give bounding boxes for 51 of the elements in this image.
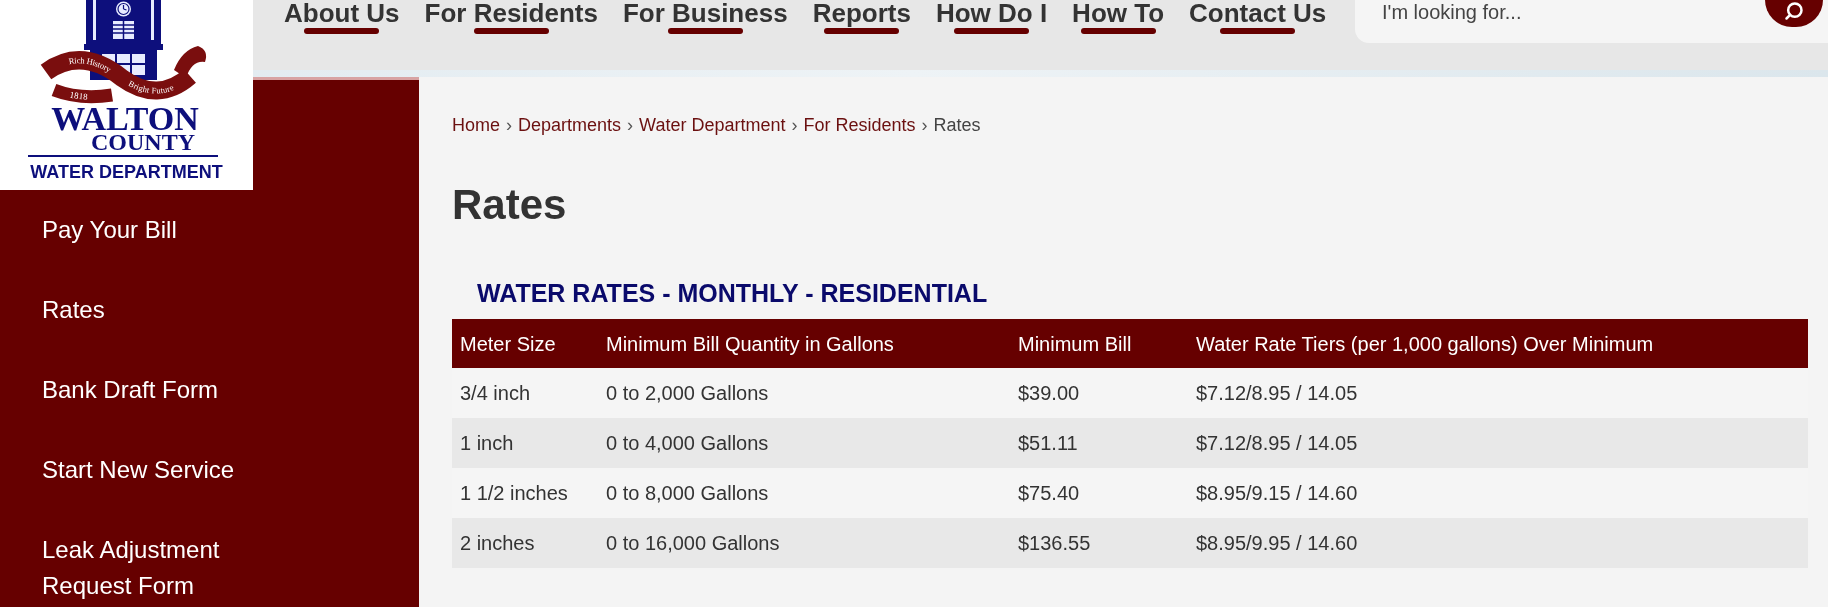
table-cell: 1 inch [452, 418, 598, 468]
table-cell: 0 to 16,000 Gallons [598, 518, 1010, 568]
nav-link[interactable]: How Do I [935, 0, 1048, 34]
breadcrumb-link[interactable]: Departments [518, 115, 622, 135]
table-cell: $51.11 [1010, 418, 1188, 468]
breadcrumb-separator: › [506, 115, 512, 135]
breadcrumb-link[interactable]: Home [452, 115, 500, 135]
logo-name: WALTON [51, 105, 199, 132]
nav-link[interactable]: How To [1072, 0, 1165, 34]
sidebar-link[interactable]: Bank Draft Form [42, 372, 219, 408]
section-heading: WATER RATES - MONTHLY - RESIDENTIAL [477, 278, 988, 308]
search-field[interactable]: I'm looking for... [1355, 0, 1762, 43]
sidebar-link[interactable]: Start New Service [42, 452, 235, 488]
page-title: Rates [452, 181, 567, 229]
search-icon [1784, 1, 1804, 21]
table-cell: $39.00 [1010, 368, 1188, 418]
logo-subtitle: WATER DEPARTMENT [30, 161, 223, 183]
nav-link[interactable]: For Residents [424, 0, 598, 34]
sidebar-link[interactable]: Leak Adjustment Request Form [42, 532, 302, 604]
nav-link[interactable]: For Business [622, 0, 788, 34]
table-cell: $8.95/9.15 / 14.60 [1188, 468, 1808, 518]
breadcrumb-separator: › [627, 115, 634, 135]
nav-link[interactable]: Contact Us [1189, 0, 1327, 34]
breadcrumb-separator: › [921, 115, 928, 135]
ribbon-text: Bright Future [126, 78, 175, 96]
nav-link[interactable]: About Us [284, 0, 400, 34]
table-cell: $7.12/8.95 / 14.05 [1188, 418, 1808, 468]
nav-link[interactable]: Reports [812, 0, 911, 34]
table-cell: 2 inches [452, 518, 598, 568]
sidebar-link[interactable]: Rates [42, 292, 105, 328]
column-header: Meter Size [452, 319, 598, 368]
table-cell: 0 to 8,000 Gallons [598, 468, 1010, 518]
breadcrumb-separator: › [791, 115, 798, 135]
table-cell: $7.12/8.95 / 14.05 [1188, 368, 1808, 418]
breadcrumb-link[interactable]: Water Department [639, 115, 786, 135]
column-header: Water Rate Tiers (per 1,000 gallons) Over Minimum [1188, 319, 1808, 368]
search-button[interactable] [1762, 0, 1828, 43]
year-text: 1818 [68, 89, 88, 102]
table-cell: 3/4 inch [452, 368, 598, 418]
sidebar-link[interactable]: Pay Your Bill [42, 212, 177, 248]
table-cell: 0 to 4,000 Gallons [598, 418, 1010, 468]
breadcrumb-current: Rates [933, 115, 981, 135]
table-cell: 1 1/2 inches [452, 468, 598, 518]
breadcrumb-link[interactable]: For Residents [803, 115, 916, 135]
table-cell: $8.95/9.95 / 14.60 [1188, 518, 1808, 568]
table-cell: $136.55 [1010, 518, 1188, 568]
column-header: Minimum Bill [1010, 319, 1188, 368]
table-cell: $75.40 [1010, 468, 1188, 518]
logo-name: COUNTY [91, 132, 195, 152]
column-header: Minimum Bill Quantity in Gallons [598, 319, 1010, 368]
table-cell: 0 to 2,000 Gallons [598, 368, 1010, 418]
